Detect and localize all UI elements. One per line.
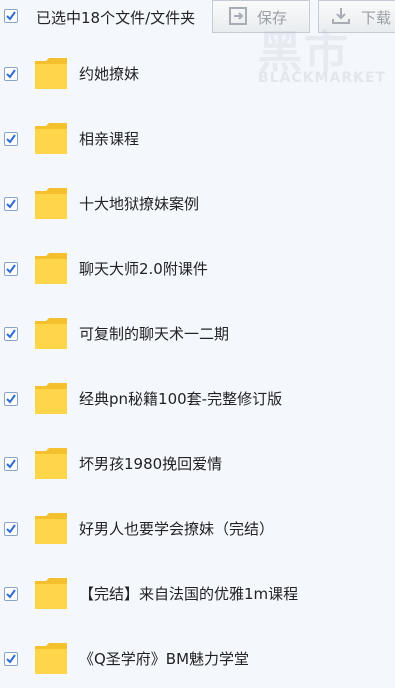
item-checkbox[interactable] <box>4 327 18 341</box>
item-checkbox[interactable] <box>4 392 18 406</box>
checkmark-icon <box>6 524 16 534</box>
selection-count-text: 已选中18个文件/文件夹 <box>36 9 196 27</box>
folder-icon <box>35 188 67 219</box>
folder-icon <box>35 448 67 479</box>
select-all-checkbox[interactable] <box>4 9 18 23</box>
item-checkbox[interactable] <box>4 652 18 666</box>
list-item[interactable]: 【完结】来自法国的优雅1m课程 <box>0 563 395 623</box>
file-name[interactable]: 可复制的聊天术一二期 <box>79 323 229 344</box>
checkmark-icon <box>6 69 16 79</box>
checkmark-icon <box>6 589 16 599</box>
checkmark-icon <box>6 134 16 144</box>
item-checkbox[interactable] <box>4 197 18 211</box>
item-checkbox[interactable] <box>4 262 18 276</box>
list-item[interactable]: 可复制的聊天术一二期 <box>0 303 395 363</box>
checkmark-icon <box>6 199 16 209</box>
folder-icon <box>35 578 67 609</box>
file-name[interactable]: 聊天大师2.0附课件 <box>79 258 208 279</box>
folder-icon <box>35 253 67 284</box>
folder-icon <box>35 383 67 414</box>
file-name[interactable]: 【完结】来自法国的优雅1m课程 <box>79 583 298 604</box>
file-name[interactable]: 坏男孩1980挽回爱情 <box>79 453 222 474</box>
checkmark-icon <box>6 394 16 404</box>
file-name[interactable]: 十大地狱撩妹案例 <box>79 193 199 214</box>
checkmark-icon <box>6 264 16 274</box>
folder-icon <box>35 513 67 544</box>
item-checkbox[interactable] <box>4 67 18 81</box>
list-item[interactable]: 十大地狱撩妹案例 <box>0 173 395 233</box>
file-name[interactable]: 约她撩妹 <box>79 63 139 84</box>
list-item[interactable]: 相亲课程 <box>0 108 395 168</box>
list-item[interactable]: 聊天大师2.0附课件 <box>0 238 395 298</box>
item-checkbox[interactable] <box>4 522 18 536</box>
save-icon <box>229 7 247 25</box>
list-item[interactable]: 好男人也要学会撩妹（完结） <box>0 498 395 558</box>
checkmark-icon <box>6 459 16 469</box>
file-name[interactable]: 好男人也要学会撩妹（完结） <box>79 518 274 539</box>
list-item[interactable]: 约她撩妹 <box>0 43 395 103</box>
item-checkbox[interactable] <box>4 587 18 601</box>
item-checkbox[interactable] <box>4 457 18 471</box>
list-item[interactable]: 经典pn秘籍100套-完整修订版 <box>0 368 395 428</box>
checkmark-icon <box>6 329 16 339</box>
file-name[interactable]: 《Q圣学府》BM魅力学堂 <box>79 648 249 669</box>
checkmark-icon <box>6 654 16 664</box>
folder-icon <box>35 123 67 154</box>
list-item[interactable]: 坏男孩1980挽回爱情 <box>0 433 395 493</box>
checkmark-icon <box>6 11 16 21</box>
folder-icon <box>35 58 67 89</box>
file-name[interactable]: 经典pn秘籍100套-完整修订版 <box>79 388 282 409</box>
item-checkbox[interactable] <box>4 132 18 146</box>
folder-icon <box>35 643 67 674</box>
download-label: 下载 <box>361 9 392 27</box>
folder-icon <box>35 318 67 349</box>
file-name[interactable]: 相亲课程 <box>79 128 139 149</box>
list-item[interactable]: 《Q圣学府》BM魅力学堂 <box>0 628 395 688</box>
